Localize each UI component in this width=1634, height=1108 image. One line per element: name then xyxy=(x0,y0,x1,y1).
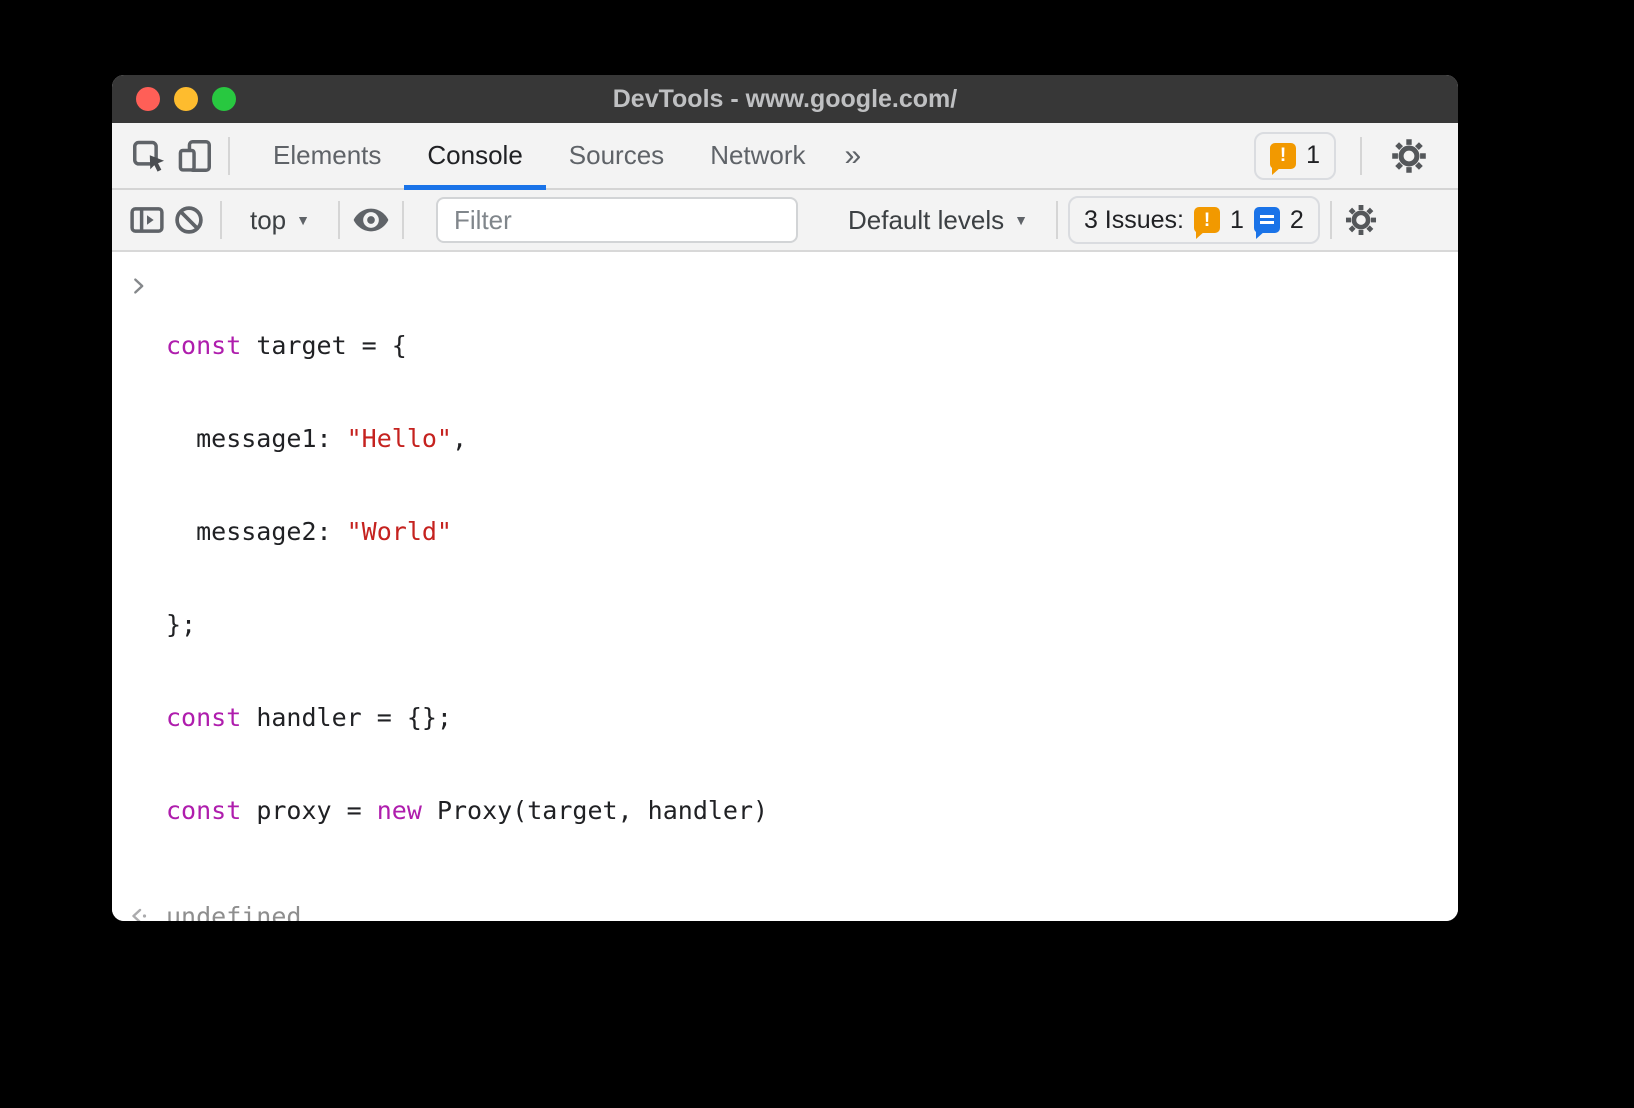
devtools-window: DevTools - www.google.com/ xyxy=(112,75,1458,921)
error-count: 1 xyxy=(1306,141,1320,170)
code-block: const target = { message1: "Hello", mess… xyxy=(166,268,768,888)
eye-icon xyxy=(351,200,391,240)
toolbar-separator xyxy=(1056,201,1058,239)
error-count-button[interactable]: ! 1 xyxy=(1254,132,1336,180)
toolbar-separator xyxy=(1330,201,1332,239)
page-background: DevTools - www.google.com/ xyxy=(0,0,1634,1108)
toolbar-separator xyxy=(402,201,404,239)
device-toolbar-icon xyxy=(176,137,214,175)
title-bar: DevTools - www.google.com/ xyxy=(112,75,1458,123)
console-input-entry: const target = { message1: "Hello", mess… xyxy=(112,268,1458,888)
double-chevron-icon: » xyxy=(845,139,862,173)
inspect-element-button[interactable] xyxy=(126,123,172,188)
clear-console-button[interactable] xyxy=(168,198,210,242)
context-selector[interactable]: top ▼ xyxy=(250,205,310,236)
message-bubble-icon xyxy=(1254,207,1280,233)
console-settings-button[interactable] xyxy=(1342,198,1380,242)
context-label: top xyxy=(250,205,286,236)
tab-console[interactable]: Console xyxy=(404,123,545,188)
sidebar-panel-icon xyxy=(128,201,166,239)
chevron-down-icon: ▼ xyxy=(296,212,310,228)
gear-icon xyxy=(1390,137,1428,175)
input-chevron-icon xyxy=(112,268,166,299)
issues-summary-button[interactable]: 3 Issues: ! 1 2 xyxy=(1068,196,1320,244)
more-tabs-button[interactable]: » xyxy=(829,123,878,188)
error-bubble-icon: ! xyxy=(1194,207,1220,233)
tab-network[interactable]: Network xyxy=(687,123,828,188)
main-toolbar: Elements Console Sources Network » ! 1 xyxy=(112,123,1458,190)
console-output: const target = { message1: "Hello", mess… xyxy=(112,252,1458,921)
live-expression-eye-button[interactable] xyxy=(350,198,392,242)
filter-input[interactable] xyxy=(436,197,798,243)
console-sidebar-toggle[interactable] xyxy=(126,198,168,242)
gear-icon xyxy=(1344,203,1378,237)
log-levels-selector[interactable]: Default levels ▼ xyxy=(848,205,1028,236)
chevron-down-icon: ▼ xyxy=(1014,212,1028,228)
tab-elements[interactable]: Elements xyxy=(250,123,404,188)
window-title: DevTools - www.google.com/ xyxy=(112,85,1458,114)
panel-tabs: Elements Console Sources Network » xyxy=(250,123,877,188)
result-value: undefined xyxy=(166,902,301,922)
issues-label: 3 Issues: xyxy=(1084,206,1184,235)
inspect-cursor-icon xyxy=(130,137,168,175)
result-arrow-icon xyxy=(112,904,166,921)
tab-sources[interactable]: Sources xyxy=(546,123,687,188)
ban-circle-icon xyxy=(172,203,206,237)
issues-error-count: 1 xyxy=(1230,206,1244,235)
device-toolbar-button[interactable] xyxy=(172,123,218,188)
console-toolbar: top ▼ Default levels ▼ xyxy=(112,190,1458,252)
toolbar-separator xyxy=(1360,137,1362,175)
levels-label: Default levels xyxy=(848,205,1004,236)
error-bubble-icon: ! xyxy=(1270,143,1296,169)
console-result-entry: undefined xyxy=(112,896,1458,921)
toolbar-separator xyxy=(220,201,222,239)
toolbar-separator xyxy=(228,137,230,175)
toolbar-separator xyxy=(338,201,340,239)
issues-message-count: 2 xyxy=(1290,206,1304,235)
settings-button[interactable] xyxy=(1386,137,1432,175)
